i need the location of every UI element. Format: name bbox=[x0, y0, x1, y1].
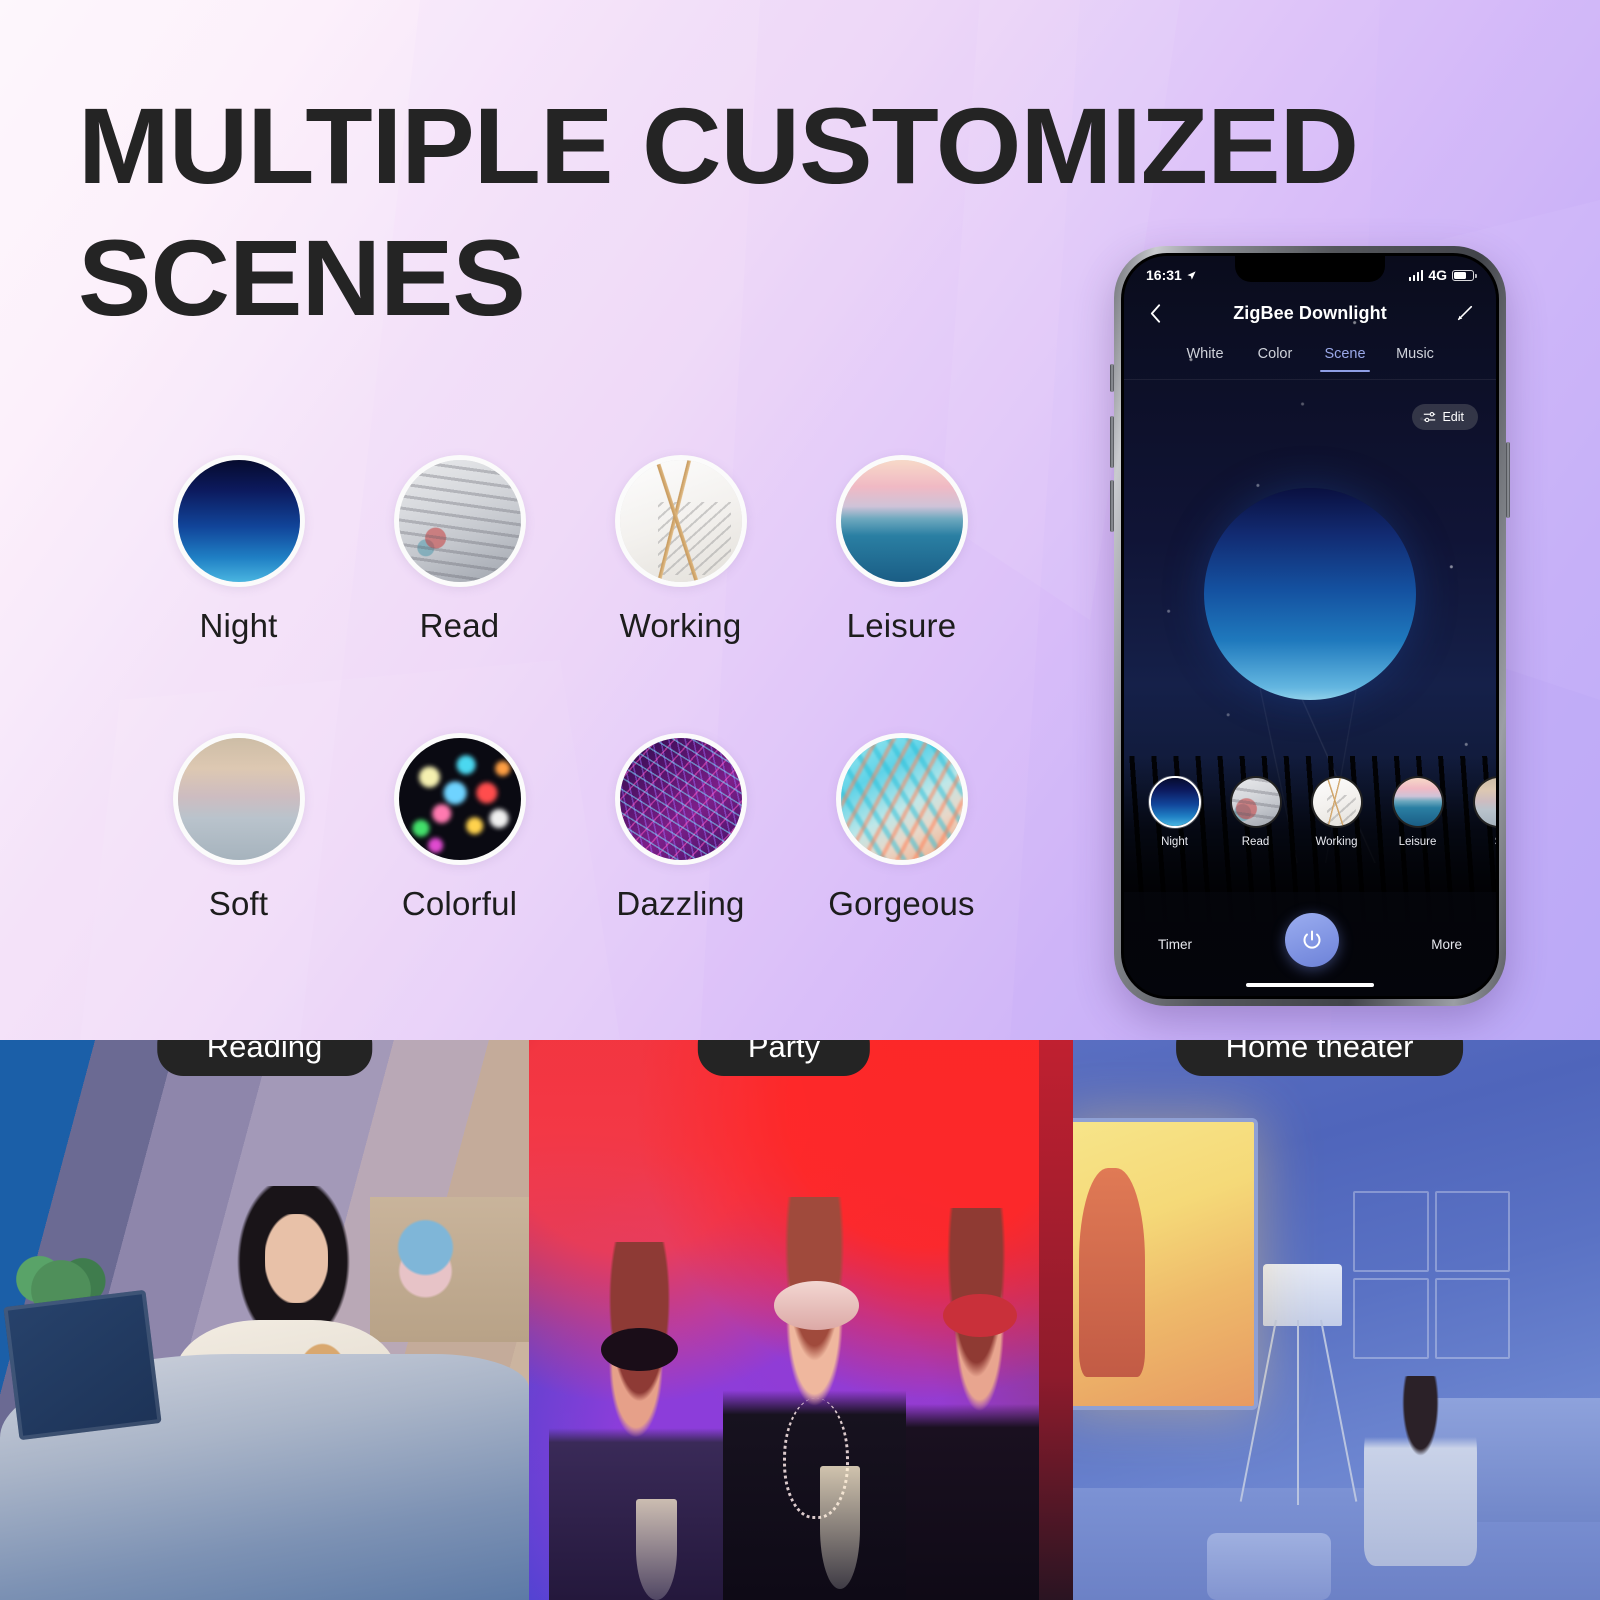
scene-item-gorgeous[interactable]: Gorgeous bbox=[791, 733, 1012, 923]
scene-thumb bbox=[614, 455, 747, 587]
scene-carousel[interactable]: Night Read Working Leisure bbox=[1124, 776, 1496, 888]
page-title-line1: MULTIPLE CUSTOMIZED bbox=[78, 85, 1359, 206]
network-type: 4G bbox=[1428, 267, 1447, 283]
poster-root: MULTIPLE CUSTOMIZED SCENES Night Read Wo… bbox=[0, 0, 1600, 1600]
photo-strip: Reading Party Home theater bbox=[0, 1040, 1600, 1600]
edit-device-button[interactable] bbox=[1452, 300, 1478, 326]
pencil-icon bbox=[1457, 305, 1473, 321]
photo-label-party: Party bbox=[697, 1040, 871, 1076]
scene-item-dazzling[interactable]: Dazzling bbox=[570, 733, 791, 923]
scene-label: Read bbox=[419, 607, 500, 644]
photo-party: Party bbox=[529, 1040, 1039, 1600]
phone-bezel: 16:31 4G ZigBee Downlight White Color Sc… bbox=[1121, 253, 1499, 999]
photo-home-theater-art bbox=[1039, 1040, 1600, 1600]
phone-volume-up-button[interactable] bbox=[1110, 416, 1114, 468]
location-arrow-icon bbox=[1187, 270, 1196, 280]
phone-bottom-bar: Timer More bbox=[1124, 892, 1496, 996]
carousel-label: S bbox=[1495, 836, 1496, 848]
hero-panel: MULTIPLE CUSTOMIZED SCENES Night Read Wo… bbox=[0, 0, 1600, 1040]
scene-item-soft[interactable]: Soft bbox=[128, 733, 349, 923]
tab-music[interactable]: Music bbox=[1380, 346, 1450, 372]
photo-home-theater: Home theater bbox=[1039, 1040, 1600, 1600]
carousel-thumb bbox=[1391, 776, 1444, 828]
scene-item-colorful[interactable]: Colorful bbox=[349, 733, 570, 923]
photo-label-home-theater: Home theater bbox=[1175, 1040, 1464, 1076]
scene-thumb bbox=[393, 733, 526, 865]
signal-bars-icon bbox=[1408, 269, 1424, 281]
photo-label-reading: Reading bbox=[156, 1040, 373, 1076]
carousel-item-soft[interactable]: S bbox=[1458, 776, 1496, 848]
device-title: ZigBee Downlight bbox=[1233, 302, 1387, 323]
scene-preview-circle[interactable] bbox=[1204, 488, 1416, 700]
carousel-thumb bbox=[1148, 776, 1201, 828]
power-button[interactable] bbox=[1284, 913, 1339, 967]
carousel-thumb bbox=[1472, 776, 1496, 828]
scene-grid: Night Read Working Leisure Soft Colorful bbox=[128, 455, 1028, 923]
scene-item-working[interactable]: Working bbox=[570, 455, 791, 645]
carousel-label: Night bbox=[1161, 836, 1188, 848]
more-button[interactable]: More bbox=[1431, 937, 1462, 952]
app-navbar: ZigBee Downlight bbox=[1124, 292, 1496, 334]
scene-thumb bbox=[172, 455, 305, 587]
photo-reading: Reading bbox=[0, 1040, 529, 1600]
carousel-label: Working bbox=[1315, 836, 1358, 848]
phone-screen: 16:31 4G ZigBee Downlight White Color Sc… bbox=[1124, 256, 1496, 996]
scene-thumb bbox=[614, 733, 747, 865]
home-indicator[interactable] bbox=[1246, 982, 1374, 987]
photo-reading-art bbox=[0, 1040, 529, 1600]
scene-label: Night bbox=[199, 607, 278, 644]
scene-label: Soft bbox=[208, 885, 269, 922]
carousel-thumb bbox=[1310, 776, 1363, 828]
sliders-icon bbox=[1424, 411, 1436, 422]
scene-item-leisure[interactable]: Leisure bbox=[791, 455, 1012, 645]
timer-button[interactable]: Timer bbox=[1158, 937, 1192, 952]
scene-thumb bbox=[835, 455, 968, 587]
carousel-item-read[interactable]: Read bbox=[1215, 776, 1296, 848]
status-time: 16:31 bbox=[1146, 267, 1182, 283]
tab-scene[interactable]: Scene bbox=[1310, 346, 1380, 372]
tab-color[interactable]: Color bbox=[1240, 346, 1310, 372]
phone-volume-down-button[interactable] bbox=[1110, 480, 1114, 532]
power-icon bbox=[1303, 930, 1321, 949]
phone-mockup: 16:31 4G ZigBee Downlight White Color Sc… bbox=[1110, 246, 1510, 1006]
scene-item-night[interactable]: Night bbox=[128, 455, 349, 645]
phone-notch bbox=[1235, 256, 1385, 282]
carousel-item-working[interactable]: Working bbox=[1296, 776, 1377, 848]
carousel-thumb bbox=[1229, 776, 1282, 828]
scene-thumb bbox=[393, 455, 526, 587]
phone-mute-switch[interactable] bbox=[1110, 364, 1114, 392]
scene-item-read[interactable]: Read bbox=[349, 455, 570, 645]
scene-thumb bbox=[835, 733, 968, 865]
battery-icon bbox=[1452, 269, 1477, 281]
mode-tabs: White Color Scene Music bbox=[1124, 338, 1496, 380]
phone-power-side-button[interactable] bbox=[1506, 442, 1510, 518]
scene-label: Gorgeous bbox=[828, 885, 975, 922]
scene-label: Working bbox=[619, 607, 742, 644]
carousel-item-night[interactable]: Night bbox=[1134, 776, 1215, 848]
scene-label: Dazzling bbox=[616, 885, 745, 922]
scene-label: Leisure bbox=[846, 607, 957, 644]
chevron-left-icon bbox=[1150, 303, 1160, 323]
back-button[interactable] bbox=[1142, 300, 1168, 326]
carousel-item-leisure[interactable]: Leisure bbox=[1377, 776, 1458, 848]
carousel-label: Read bbox=[1241, 836, 1270, 848]
photo-party-art bbox=[529, 1040, 1039, 1600]
scene-label: Colorful bbox=[401, 885, 518, 922]
edit-scenes-button[interactable]: Edit bbox=[1412, 404, 1478, 430]
carousel-label: Leisure bbox=[1398, 836, 1437, 848]
edit-chip-label: Edit bbox=[1442, 410, 1464, 424]
tab-white[interactable]: White bbox=[1170, 346, 1240, 372]
scene-thumb bbox=[172, 733, 305, 865]
